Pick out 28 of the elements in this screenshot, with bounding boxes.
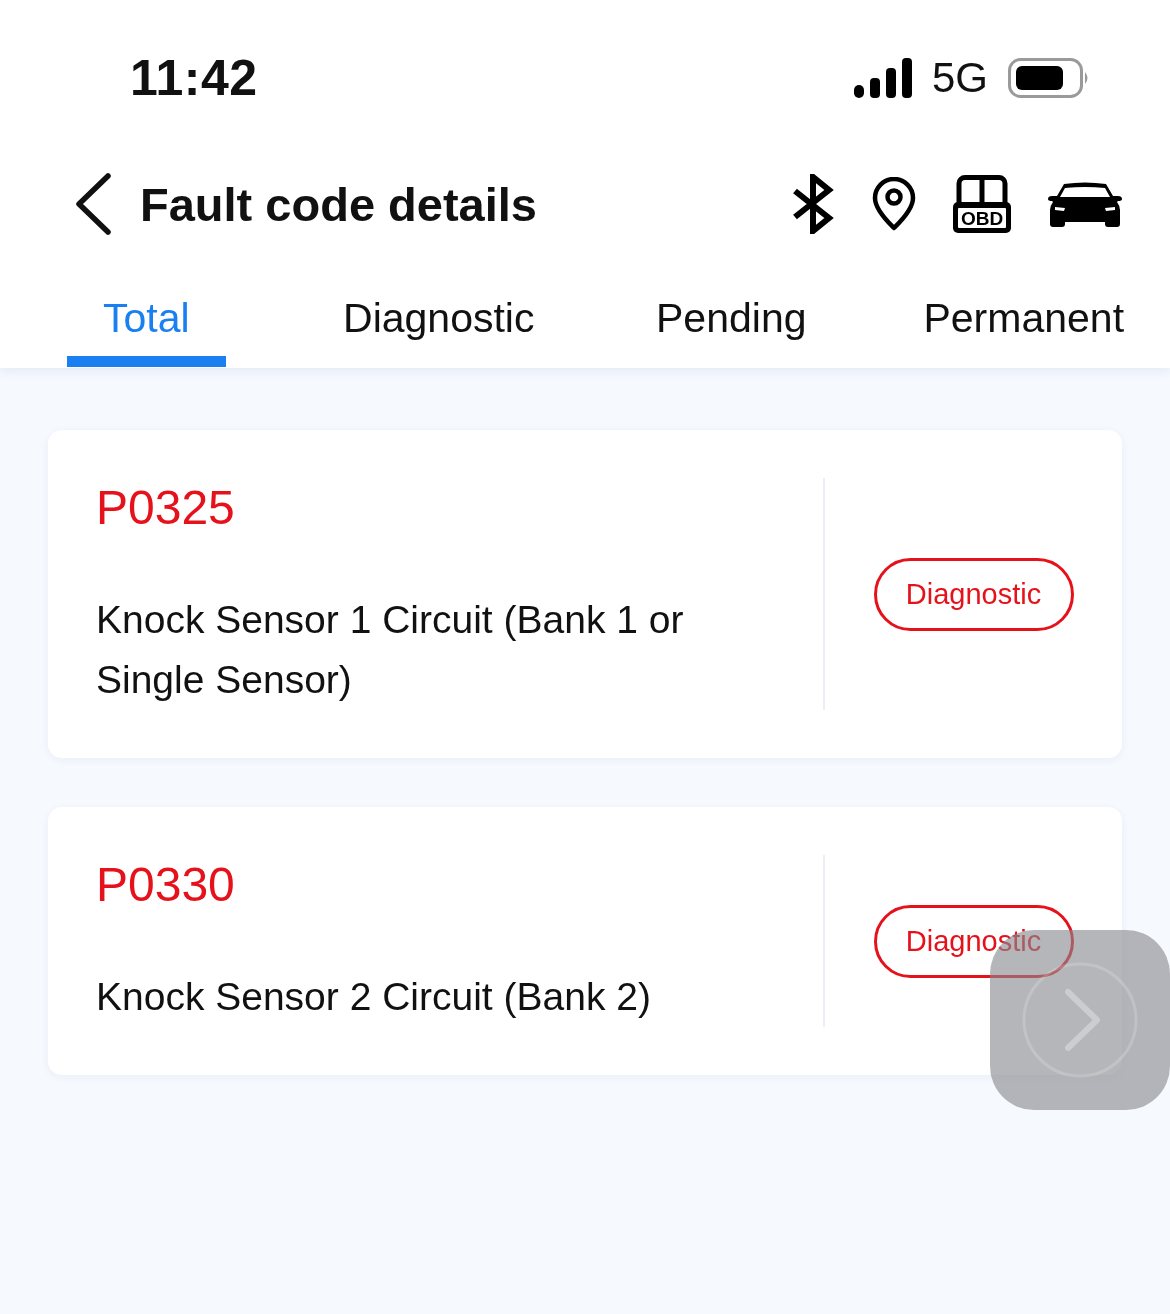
fault-description: Knock Sensor 1 Circuit (Bank 1 or Single Sensor): [96, 597, 685, 703]
fault-description: Knock Sensor 2 Circuit (Bank 2): [96, 974, 652, 1020]
location-pin-icon: [872, 177, 916, 231]
tab[interactable]: Diagnostic: [292, 258, 585, 368]
tab[interactable]: Total: [0, 258, 293, 368]
back-button[interactable]: [74, 172, 112, 236]
fault-card[interactable]: P0325 Knock Sensor 1 Circuit (Bank 1 or Single Sensor) Diagnostic: [48, 430, 1122, 758]
signal-icon: [853, 58, 912, 98]
fault-card[interactable]: P0330 Knock Sensor 2 Circuit (Bank 2) Diagnostic: [48, 807, 1122, 1075]
tab[interactable]: Pending: [585, 258, 878, 368]
obd-label: OBD: [960, 208, 1004, 229]
fault-code: P0325: [96, 480, 236, 536]
vehicle-button[interactable]: [1048, 181, 1122, 227]
network-type: 5G: [931, 57, 988, 99]
status-badge: Diagnostic: [873, 557, 1074, 631]
status-badge: Diagnostic: [873, 904, 1074, 978]
bluetooth-button[interactable]: [791, 174, 836, 234]
location-button[interactable]: [872, 177, 916, 231]
status-time: 11:42: [130, 49, 258, 107]
car-icon: [1048, 181, 1122, 227]
battery-icon: [1008, 58, 1090, 98]
back-chevron-icon: [74, 172, 112, 236]
fault-code: P0330: [96, 857, 236, 913]
obd-button[interactable]: OBD: [952, 175, 1012, 233]
page-title: Fault code details: [140, 176, 537, 232]
bluetooth-icon: [791, 174, 836, 234]
tab[interactable]: Permanent: [877, 258, 1170, 368]
circled-chevron-icon: [1021, 961, 1139, 1079]
